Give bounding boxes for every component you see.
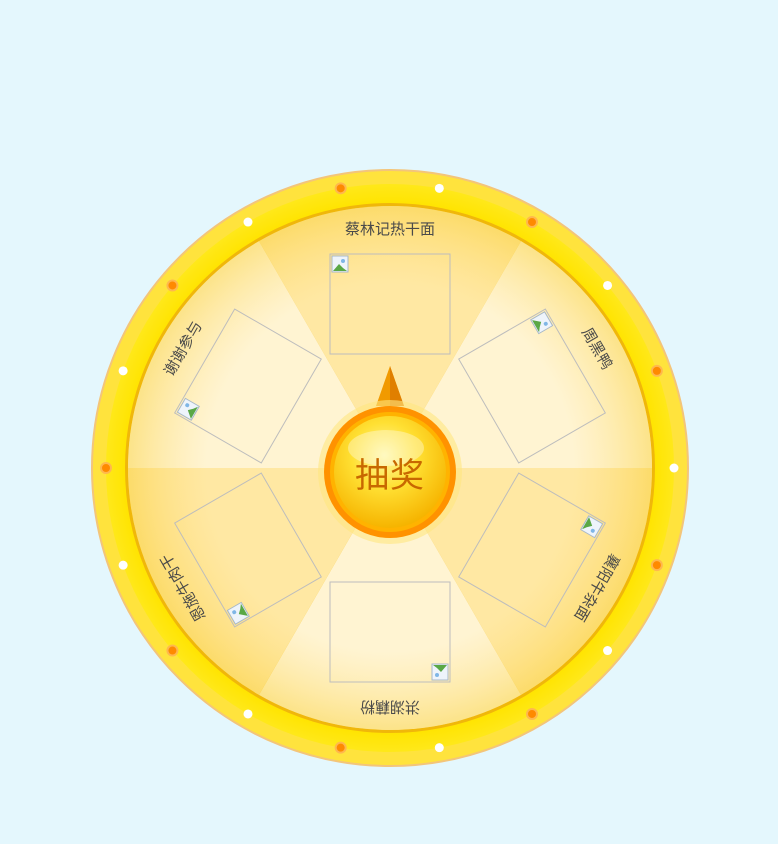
rim-bulb-orange [334, 182, 347, 195]
rim-bulb-white [118, 560, 128, 570]
rim-bulb-white [243, 217, 253, 227]
rim-bulb-orange [334, 741, 347, 754]
rim-bulb-orange [650, 364, 663, 377]
lottery-wheel: 蔡林记热干面 周黑鸭 襄阳牛杂面 洪湖藕粉 恩施牛肉干 谢谢参与 抽奖 [90, 168, 690, 768]
prize-label: 蔡林记热干面 [345, 220, 435, 238]
draw-button[interactable]: 抽奖 [316, 398, 464, 546]
rim-bulb-white [603, 280, 613, 290]
rim-bulb-orange [100, 462, 112, 474]
rim-bulb-orange [166, 644, 179, 657]
broken-image-icon [331, 255, 349, 273]
rim-bulb-white [434, 183, 444, 193]
rim-bulb-white [118, 366, 128, 376]
rim-bulb-orange [650, 559, 663, 572]
broken-image-icon [431, 663, 449, 681]
rim-bulb-white [603, 646, 613, 656]
rim-bulb-orange [526, 707, 538, 720]
rim-bulb-orange [526, 216, 538, 229]
rim-bulb-white [669, 463, 679, 473]
rim-bulb-white [243, 709, 253, 719]
draw-button-graphic [318, 400, 462, 544]
rim-bulb-white [434, 743, 444, 753]
rim-bulb-orange [166, 279, 179, 292]
prize-label: 洪湖藕粉 [360, 698, 420, 716]
